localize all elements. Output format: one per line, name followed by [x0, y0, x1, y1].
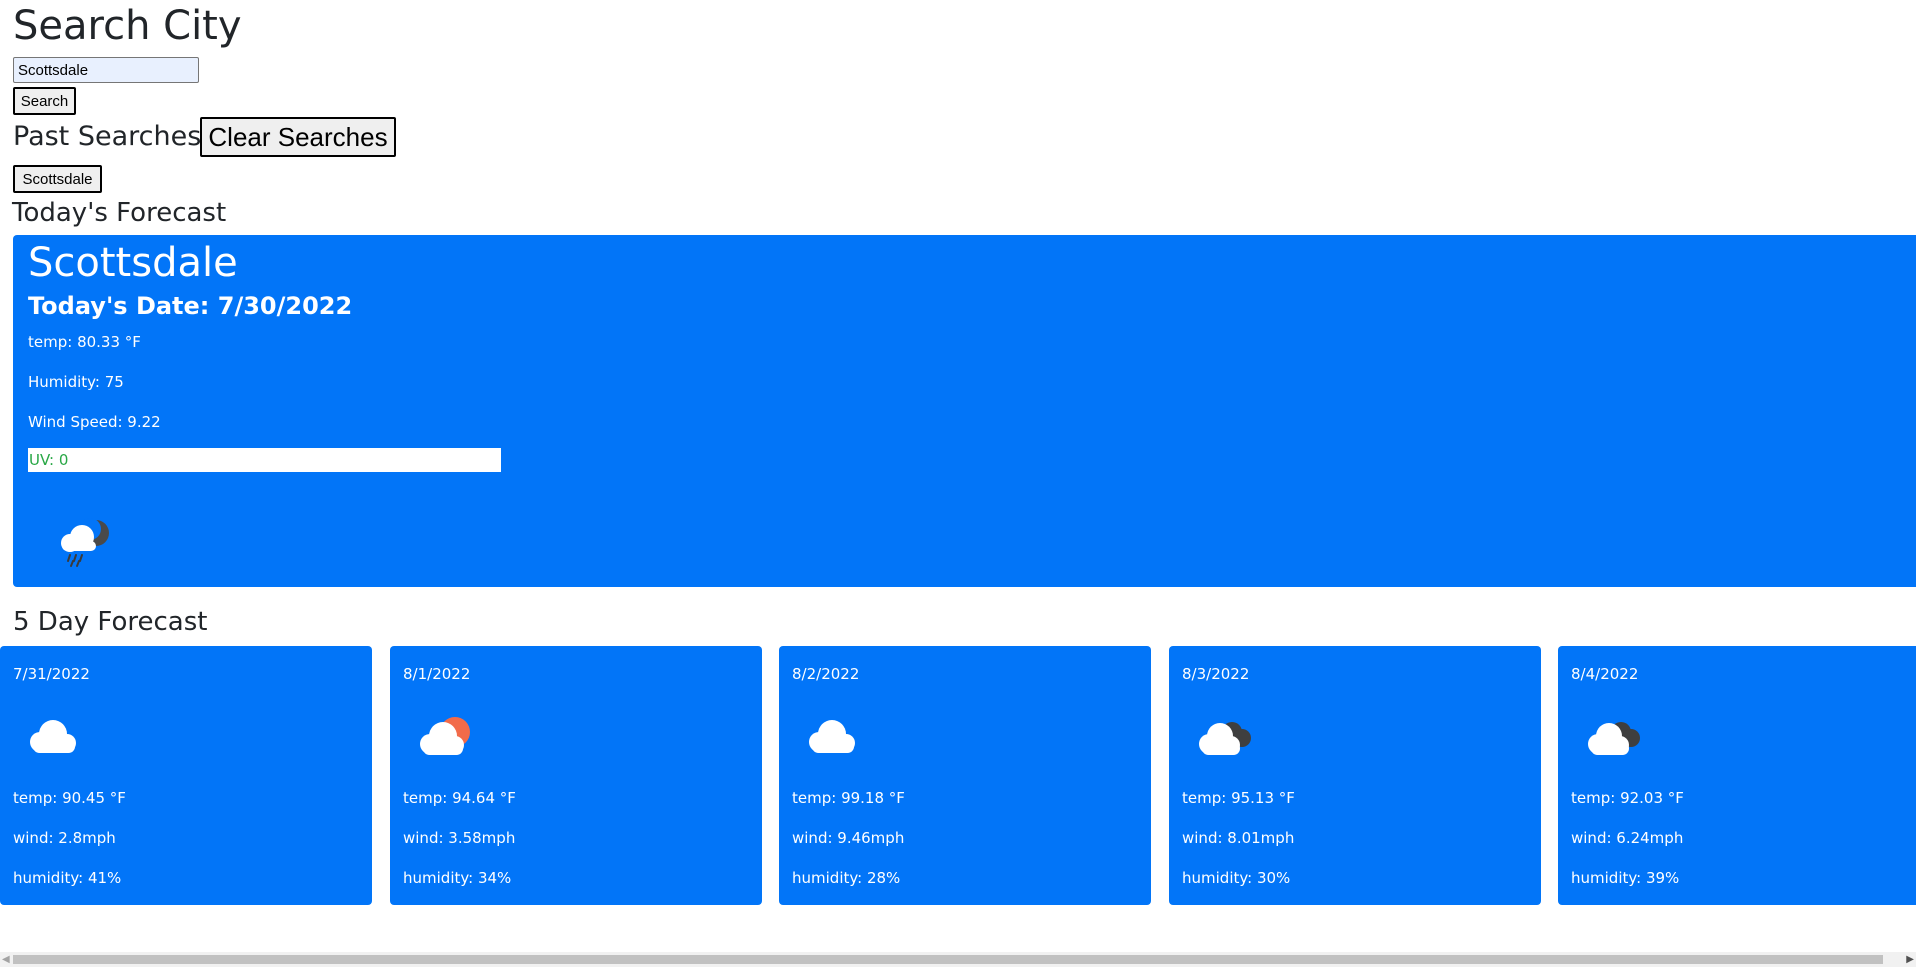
forecast-day-card: 8/2/2022 temp: 99.18 °F wind: 9.46mph hu… [779, 646, 1151, 905]
forecast-date: 8/3/2022 [1182, 665, 1250, 683]
forecast-temp: temp: 99.18 °F [792, 789, 905, 807]
cloud-icon [30, 720, 76, 753]
five-day-forecast-row: 7/31/2022 temp: 90.45 °F wind: 2.8mph hu… [0, 646, 1916, 906]
scrollbar-thumb[interactable] [13, 955, 1883, 964]
forecast-date: 8/1/2022 [403, 665, 471, 683]
forecast-humidity: humidity: 28% [792, 869, 901, 887]
forecast-humidity: humidity: 41% [13, 869, 122, 887]
past-search-item[interactable]: Scottsdale [13, 165, 102, 193]
forecast-wind: wind: 3.58mph [403, 829, 516, 847]
cloud-icon [809, 720, 855, 753]
today-humidity: Humidity: 75 [28, 373, 124, 391]
forecast-humidity: humidity: 39% [1571, 869, 1680, 887]
forecast-wind: wind: 6.24mph [1571, 829, 1684, 847]
forecast-wind: wind: 8.01mph [1182, 829, 1295, 847]
city-search-input[interactable] [13, 57, 199, 83]
forecast-humidity: humidity: 30% [1182, 869, 1291, 887]
today-date: Today's Date: 7/30/2022 [28, 292, 353, 320]
forecast-date: 8/4/2022 [1571, 665, 1639, 683]
horizontal-scrollbar[interactable]: ◀ ▶ [0, 952, 1916, 967]
forecast-date: 7/31/2022 [13, 665, 90, 683]
broken-clouds-icon [1588, 722, 1640, 755]
search-button[interactable]: Search [13, 87, 76, 115]
forecast-day-card: 8/1/2022 temp: 94.64 °F wind: 3.58mph hu… [390, 646, 762, 905]
today-forecast-card: Scottsdale Today's Date: 7/30/2022 temp:… [13, 235, 1916, 587]
forecast-wind: wind: 9.46mph [792, 829, 905, 847]
past-searches-title: Past Searches [13, 121, 202, 152]
uv-index-badge: UV: 0 [28, 448, 501, 472]
search-city-title: Search City [13, 3, 242, 49]
today-wind-speed: Wind Speed: 9.22 [28, 413, 161, 431]
todays-forecast-heading: Today's Forecast [12, 198, 227, 228]
cloud-rain-night-icon [61, 518, 109, 567]
forecast-humidity: humidity: 34% [403, 869, 512, 887]
weather-dashboard: Search City Search Past Searches Clear S… [0, 0, 1916, 967]
today-temp: temp: 80.33 °F [28, 333, 141, 351]
five-day-forecast-heading: 5 Day Forecast [13, 607, 208, 637]
today-city-name: Scottsdale [28, 240, 238, 286]
forecast-day-card: 7/31/2022 temp: 90.45 °F wind: 2.8mph hu… [0, 646, 372, 905]
scroll-left-arrow-icon[interactable]: ◀ [2, 954, 10, 965]
forecast-temp: temp: 92.03 °F [1571, 789, 1684, 807]
scroll-right-arrow-icon[interactable]: ▶ [1906, 954, 1914, 965]
clear-searches-button[interactable]: Clear Searches [200, 117, 396, 157]
forecast-day-card: 8/4/2022 temp: 92.03 °F wind: 6.24mph hu… [1558, 646, 1916, 905]
broken-clouds-icon [1199, 722, 1251, 755]
forecast-temp: temp: 95.13 °F [1182, 789, 1295, 807]
forecast-date: 8/2/2022 [792, 665, 860, 683]
forecast-wind: wind: 2.8mph [13, 829, 116, 847]
forecast-temp: temp: 90.45 °F [13, 789, 126, 807]
forecast-temp: temp: 94.64 °F [403, 789, 516, 807]
forecast-day-card: 8/3/2022 temp: 95.13 °F wind: 8.01mph hu… [1169, 646, 1541, 905]
cloud-sun-icon [420, 717, 470, 755]
